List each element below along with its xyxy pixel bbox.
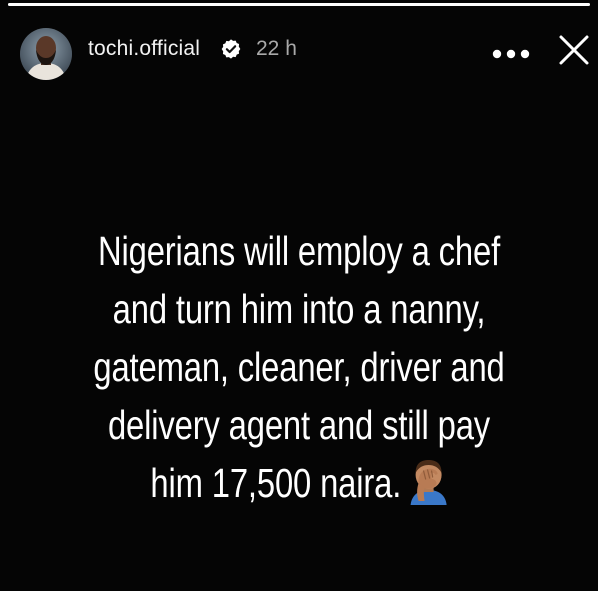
caption-line: gateman, cleaner, driver and <box>93 344 505 390</box>
caption-line: delivery agent and still pay <box>107 402 491 448</box>
story-caption: Nigerians will employ a chef and turn hi… <box>60 222 538 512</box>
story-progress-bar <box>8 3 590 6</box>
caption-last-line: him 17,500 naira. <box>60 454 538 512</box>
verified-badge-icon <box>220 38 242 60</box>
caption-line: him 17,500 naira. <box>150 460 402 506</box>
story-header: tochi.official 22 h <box>0 20 598 80</box>
caption-line: Nigerians will employ a chef <box>97 228 501 274</box>
story-viewer: tochi.official 22 h Nigerians will emplo… <box>0 0 598 591</box>
caption-line: and turn him into a nanny, <box>112 286 486 332</box>
more-horizontal-icon[interactable] <box>492 46 530 59</box>
username[interactable]: tochi.official <box>88 37 200 61</box>
man-facepalming-emoji-icon <box>404 457 452 505</box>
story-progress-fill <box>8 3 590 6</box>
avatar-image <box>20 28 72 80</box>
close-icon[interactable] <box>558 34 590 66</box>
profile-avatar[interactable] <box>20 28 72 80</box>
post-time: 22 h <box>256 37 297 60</box>
